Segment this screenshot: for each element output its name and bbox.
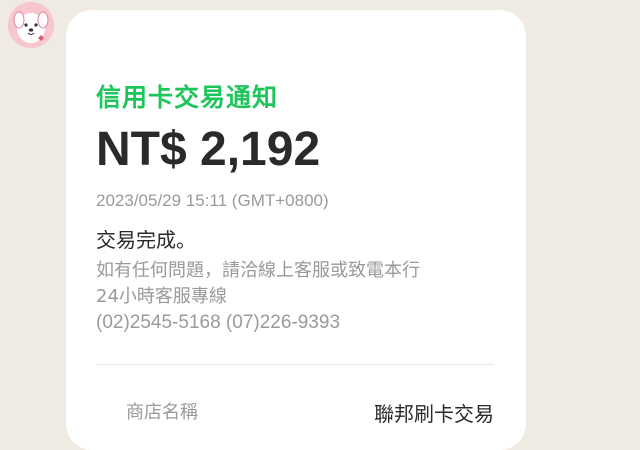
help-line: 如有任何問題，請洽線上客服或致電本行 — [96, 260, 420, 281]
store-name-value: 聯邦刷卡交易 — [374, 402, 494, 426]
help-phone-numbers[interactable]: (02)2545-5168 (07)226-9393 — [96, 310, 506, 336]
transaction-status: 交易完成。 — [96, 228, 196, 252]
avatar[interactable] — [8, 2, 54, 48]
transaction-timestamp: 2023/05/29 15:11 (GMT+0800) — [96, 191, 329, 210]
transaction-amount: NT$ 2,192 — [96, 123, 321, 176]
divider — [96, 364, 494, 365]
help-text: 如有任何問題，請洽線上客服或致電本行 24小時客服專線 (02)2545-516… — [96, 258, 506, 336]
help-line: 24小時客服專線 — [96, 286, 227, 307]
store-name-label: 商店名稱 — [126, 402, 198, 423]
dog-mascot-icon — [8, 2, 54, 48]
notification-title: 信用卡交易通知 — [96, 83, 279, 112]
